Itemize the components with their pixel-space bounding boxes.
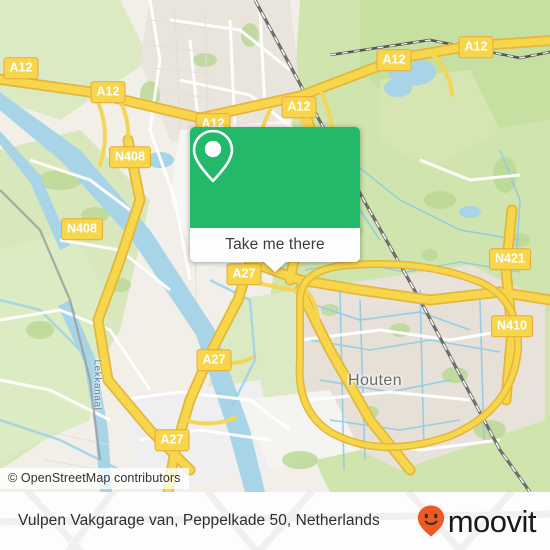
location-popup-card[interactable]: Take me there — [190, 127, 360, 272]
app-root: Houten Lekkanaal A12 A12 A12 A12 A12 A12 N408 N… — [0, 0, 550, 550]
road-shield-n421: N421 — [489, 248, 531, 270]
moovit-wordmark: moovit — [447, 503, 537, 539]
road-shield-a12: A12 — [458, 36, 494, 58]
take-me-there-button[interactable]: Take me there — [190, 228, 360, 262]
road-shield-a12: A12 — [281, 96, 317, 118]
road-shield-n410: N410 — [491, 315, 533, 337]
popup-pointer-tail — [264, 262, 286, 272]
road-shield-n408: N408 — [109, 146, 151, 168]
moovit-pin-smiley-icon — [417, 505, 444, 537]
road-shield-a27: A27 — [196, 349, 232, 371]
popup-image-area — [190, 127, 360, 228]
map-pin-icon — [192, 129, 234, 183]
osm-attribution[interactable]: © OpenStreetMap contributors — [0, 468, 189, 489]
road-shield-a12: A12 — [376, 49, 412, 71]
map-canvas[interactable]: Houten Lekkanaal A12 A12 A12 A12 A12 A12 N408 N… — [0, 0, 550, 492]
road-shield-a12: A12 — [90, 81, 126, 103]
road-shield-a12: A12 — [3, 57, 39, 79]
road-shield-n408: N408 — [61, 218, 103, 240]
take-me-there-label: Take me there — [225, 236, 325, 253]
map-label-houten: Houten — [348, 372, 402, 389]
road-shield-a27: A27 — [226, 263, 262, 285]
moovit-logo[interactable]: moovit — [416, 503, 537, 539]
map-label-lekkanaal: Lekkanaal — [91, 359, 103, 411]
footer-bar: Vulpen Vakgarage van, Peppelkade 50, Net… — [0, 492, 550, 550]
location-address: Vulpen Vakgarage van, Peppelkade 50, Net… — [18, 512, 380, 529]
road-shield-a27: A27 — [154, 429, 190, 451]
